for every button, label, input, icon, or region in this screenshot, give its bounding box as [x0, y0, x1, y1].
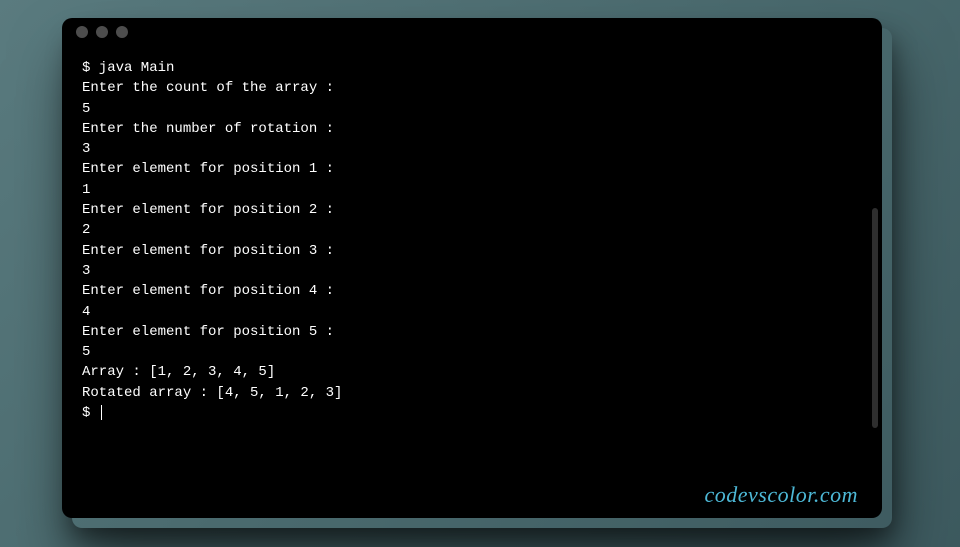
terminal-line: Enter element for position 5 : [82, 324, 334, 340]
maximize-dot[interactable] [116, 26, 128, 38]
cursor [101, 405, 102, 420]
terminal-line: Enter element for position 3 : [82, 243, 334, 259]
terminal-line: 5 [82, 344, 90, 360]
terminal-line: 3 [82, 263, 90, 279]
terminal-line: Enter the number of rotation : [82, 121, 334, 137]
minimize-dot[interactable] [96, 26, 108, 38]
terminal-line: 5 [82, 101, 90, 117]
terminal-line: Array : [1, 2, 3, 4, 5] [82, 364, 275, 380]
terminal-line: $ java Main [82, 60, 174, 76]
terminal-line: 3 [82, 141, 90, 157]
watermark: codevscolor.com [704, 482, 858, 508]
terminal-line: Enter element for position 2 : [82, 202, 334, 218]
terminal-line: Enter element for position 1 : [82, 161, 334, 177]
terminal-line: 4 [82, 304, 90, 320]
terminal-line: Enter element for position 4 : [82, 283, 334, 299]
terminal-line: Enter the count of the array : [82, 80, 334, 96]
terminal-window: $ java Main Enter the count of the array… [62, 18, 882, 518]
terminal-line: 1 [82, 182, 90, 198]
window-titlebar [62, 18, 882, 46]
terminal-line: $ [82, 405, 99, 421]
scrollbar[interactable] [872, 208, 878, 428]
close-dot[interactable] [76, 26, 88, 38]
terminal-line: 2 [82, 222, 90, 238]
terminal-line: Rotated array : [4, 5, 1, 2, 3] [82, 385, 342, 401]
terminal-content[interactable]: $ java Main Enter the count of the array… [62, 46, 882, 435]
